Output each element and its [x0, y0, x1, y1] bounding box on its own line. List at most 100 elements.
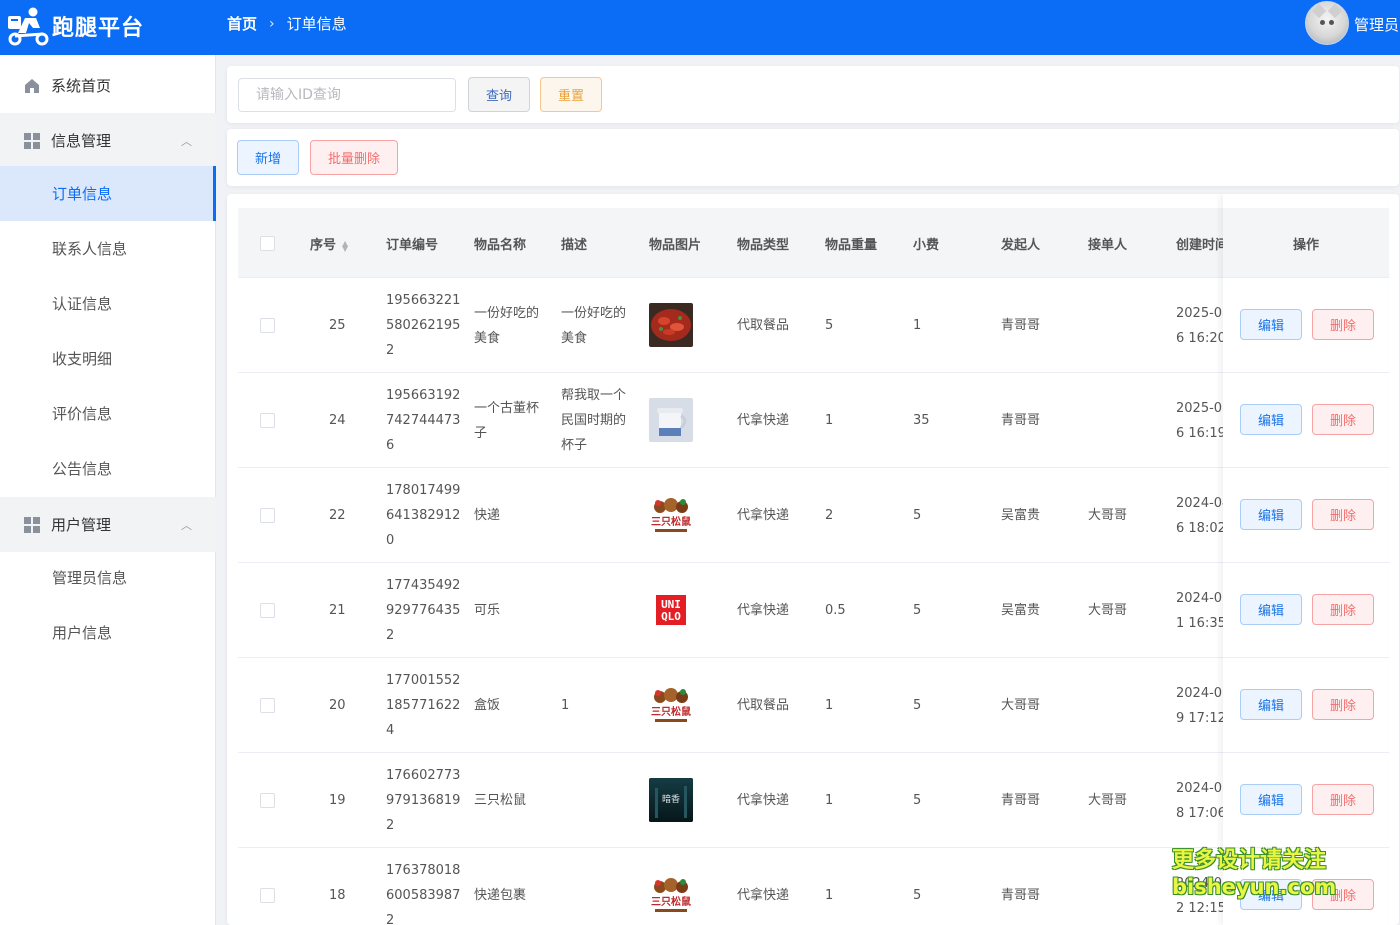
cell-type: 代拿快递: [737, 603, 790, 618]
sort-icon[interactable]: ▲ ▼: [342, 239, 348, 252]
delete-button[interactable]: 删除: [1312, 404, 1374, 435]
cell-sender: 青哥哥: [1001, 888, 1041, 903]
row-checkbox[interactable]: [260, 413, 275, 428]
row-checkbox[interactable]: [260, 888, 275, 903]
sidebar-item-notices[interactable]: 公告信息: [0, 441, 216, 496]
column-header-description: 描述: [561, 238, 588, 253]
item-image[interactable]: 三只松鼠: [649, 683, 693, 727]
add-button[interactable]: 新增: [237, 140, 299, 175]
column-header-operations: 操作: [1223, 208, 1388, 278]
table-row: 25 195663221 580262195 2 一份好吃的 美食 一份好吃的 美食 代取餐品 5…: [238, 278, 1389, 373]
delete-button[interactable]: 删除: [1312, 784, 1374, 815]
row-checkbox[interactable]: [260, 698, 275, 713]
operations-column: 操作 编辑 删除 编辑 删除 编辑 删除 编辑 删除 编辑 删除 编辑 删除 编辑 删除: [1223, 194, 1388, 925]
cell-id: 19: [329, 793, 346, 808]
column-header-type: 物品类型: [737, 238, 790, 253]
sidebar-item-home[interactable]: 系统首页: [0, 58, 216, 113]
sidebar-group-info-management[interactable]: 信息管理 ︿: [0, 113, 216, 168]
column-header-id[interactable]: 序号 ▲ ▼: [310, 234, 348, 253]
delete-button[interactable]: 删除: [1312, 499, 1374, 530]
cell-order-no: 177435492 929776435 2: [386, 578, 461, 643]
sidebar-item-finance[interactable]: 收支明细: [0, 331, 216, 386]
item-image[interactable]: [649, 303, 693, 347]
cell-item-name: 可乐: [474, 603, 501, 618]
cell-tip: 5: [913, 603, 922, 618]
edit-button[interactable]: 编辑: [1240, 499, 1302, 530]
cell-weight: 2: [825, 508, 834, 523]
cell-sender: 青哥哥: [1001, 318, 1041, 333]
action-panel: 新增 批量删除: [227, 129, 1399, 186]
sidebar-group-user-management[interactable]: 用户管理 ︿: [0, 497, 216, 552]
table-header: 序号 ▲ ▼ 订单编号 物品名称 描述 物品图片 物品类型 物品重量 小费 发起人 …: [238, 208, 1389, 278]
sidebar-item-orders[interactable]: 订单信息: [0, 166, 216, 221]
breadcrumb: 首页 › 订单信息: [227, 13, 347, 34]
cell-item-name: 一个古董杯子: [474, 400, 540, 441]
cell-type: 代拿快递: [737, 508, 790, 523]
cell-order-no: 176378018 600583987 2: [386, 863, 461, 925]
poster-title-text: 暗香: [662, 793, 680, 805]
table-row: 24 195663192 742744473 6 一个古董杯子帮我取一个 民国时期的 杯子 代…: [238, 373, 1389, 468]
cell-id: 21: [329, 603, 346, 618]
breadcrumb-home[interactable]: 首页: [227, 13, 257, 34]
cell-order-no: 178017499 641382912 0: [386, 483, 461, 548]
batch-delete-button[interactable]: 批量删除: [310, 140, 398, 175]
query-button[interactable]: 查询: [468, 77, 530, 112]
chevron-up-icon: ︿: [181, 518, 192, 532]
column-header-receiver: 接单人: [1088, 238, 1128, 253]
top-header: 跑腿平台 首页 › 订单信息 管理员: [0, 0, 1400, 55]
cell-sender: 吴富贵: [1001, 603, 1041, 618]
operations-cell: 编辑 删除: [1223, 373, 1388, 468]
watermark: 更多设计请关注 bisheyun.com: [1172, 848, 1342, 900]
column-header-weight: 物品重量: [825, 238, 878, 253]
cell-receiver: 大哥哥: [1088, 603, 1128, 618]
item-image[interactable]: UNI QLO: [649, 588, 693, 632]
row-checkbox[interactable]: [260, 603, 275, 618]
sidebar: 系统首页 信息管理 ︿ 订单信息 联系人信息 认证信息 收支明细 评价信息 公告…: [0, 55, 216, 925]
admin-name[interactable]: 管理员: [1354, 14, 1399, 35]
delete-button[interactable]: 删除: [1312, 689, 1374, 720]
cell-id: 18: [329, 888, 346, 903]
item-image[interactable]: 暗香: [649, 778, 693, 822]
table-row: 21 177435492 929776435 2 可乐 UNI QLO 代拿快递 0.5 5 吴富贵…: [238, 563, 1389, 658]
cell-weight: 1: [825, 698, 834, 713]
sidebar-item-label: 订单信息: [52, 185, 113, 203]
avatar[interactable]: [1305, 1, 1349, 45]
cell-weight: 1: [825, 793, 834, 808]
select-all-checkbox[interactable]: [260, 236, 275, 251]
sidebar-item-reviews[interactable]: 评价信息: [0, 386, 216, 441]
cell-tip: 1: [913, 318, 922, 333]
item-image[interactable]: 三只松鼠: [649, 873, 693, 917]
row-checkbox[interactable]: [260, 318, 275, 333]
row-checkbox[interactable]: [260, 508, 275, 523]
row-checkbox[interactable]: [260, 793, 275, 808]
sidebar-item-label: 收支明细: [52, 350, 113, 368]
item-image[interactable]: [649, 398, 693, 442]
column-header-order-no: 订单编号: [386, 238, 439, 253]
app-title: 跑腿平台: [52, 16, 145, 41]
sidebar-item-label: 信息管理: [51, 132, 112, 150]
reset-button[interactable]: 重置: [540, 77, 602, 112]
cell-tip: 5: [913, 793, 922, 808]
cell-order-no: 195663192 742744473 6: [386, 388, 461, 453]
delete-button[interactable]: 删除: [1312, 594, 1374, 625]
sidebar-item-label: 用户管理: [51, 516, 112, 534]
sidebar-item-certification[interactable]: 认证信息: [0, 276, 216, 331]
cell-order-no: 176602773 979136819 2: [386, 768, 461, 833]
edit-button[interactable]: 编辑: [1240, 404, 1302, 435]
edit-button[interactable]: 编辑: [1240, 594, 1302, 625]
cell-item-name: 快递包裹: [474, 888, 527, 903]
grid-icon: [24, 132, 40, 149]
cell-id: 22: [329, 508, 346, 523]
sidebar-item-users[interactable]: 用户信息: [0, 605, 216, 660]
edit-button[interactable]: 编辑: [1240, 309, 1302, 340]
cell-item-name: 盒饭: [474, 698, 501, 713]
sidebar-item-contacts[interactable]: 联系人信息: [0, 221, 216, 276]
edit-button[interactable]: 编辑: [1240, 784, 1302, 815]
sidebar-item-admins[interactable]: 管理员信息: [0, 550, 216, 605]
item-image[interactable]: 三只松鼠: [649, 493, 693, 537]
search-input[interactable]: [238, 78, 456, 112]
cell-weight: 1: [825, 888, 834, 903]
search-panel: 查询 重置: [227, 66, 1399, 123]
edit-button[interactable]: 编辑: [1240, 689, 1302, 720]
delete-button[interactable]: 删除: [1312, 309, 1374, 340]
